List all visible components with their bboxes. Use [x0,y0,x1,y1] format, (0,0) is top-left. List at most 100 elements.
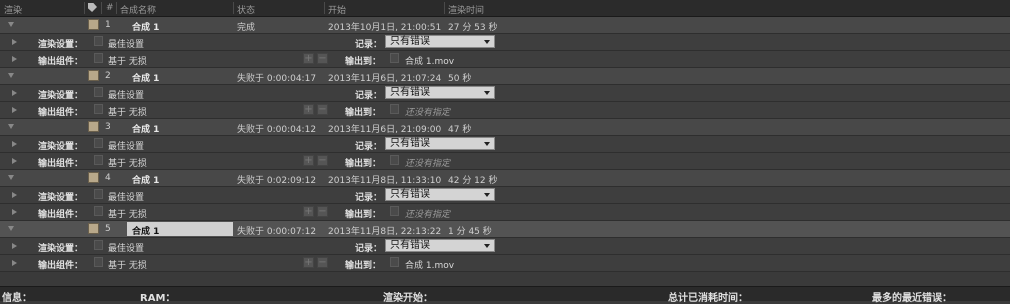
dropdown-arrow-icon[interactable] [94,53,103,63]
output-to-label: 输出到： [345,57,382,67]
column-divider[interactable] [116,2,117,14]
item-status: 失败于 0:02:09:12 [237,176,317,186]
col-num-header[interactable]: # [106,3,114,13]
col-render-header[interactable]: 渲染 [4,3,22,16]
comp-name[interactable]: 合成 1 [132,71,159,84]
col-start-header[interactable]: 开始 [328,3,346,16]
log-label: 记录： [355,91,383,101]
column-divider[interactable] [444,2,445,14]
label-color-swatch[interactable] [88,172,99,183]
dropdown-arrow-icon[interactable] [390,53,399,63]
remove-output-button[interactable]: − [317,206,328,217]
dropdown-arrow-icon[interactable] [94,155,103,165]
expand-triangle-icon[interactable] [12,243,17,249]
render-queue-item[interactable]: 3 合成 1 失败于 0:00:04:12 2013年11月6日, 21:09:… [0,119,1010,136]
column-divider[interactable] [324,2,325,14]
col-time-header[interactable]: 渲染时间 [448,3,484,16]
render-settings-label: 渲染设置： [38,91,84,101]
log-select[interactable]: 只有错误 [385,188,495,201]
render-queue-item[interactable]: 1 合成 1 完成 2013年10月1日, 21:00:51 27 分 53 秒 [0,17,1010,34]
dropdown-arrow-icon[interactable] [94,104,103,114]
output-to-value[interactable]: 还没有指定 [405,156,450,169]
column-divider[interactable] [101,2,102,14]
render-queue-item[interactable]: 4 合成 1 失败于 0:02:09:12 2013年11月8日, 11:33:… [0,170,1010,187]
output-to-value[interactable]: 还没有指定 [405,207,450,220]
output-module-value[interactable]: 基于 无损 [108,207,147,220]
dropdown-arrow-icon[interactable] [94,240,103,250]
col-status-header[interactable]: 状态 [237,3,255,16]
render-settings-value[interactable]: 最佳设置 [108,190,144,203]
output-to-value[interactable]: 合成 1.mov [405,258,454,271]
log-select[interactable]: 只有错误 [385,239,495,252]
label-color-swatch[interactable] [88,121,99,132]
expand-triangle-icon[interactable] [8,22,14,27]
col-comp-header[interactable]: 合成名称 [120,3,156,16]
log-select[interactable]: 只有错误 [385,35,495,48]
remove-output-button[interactable]: − [317,155,328,166]
remove-output-button[interactable]: − [317,53,328,64]
expand-triangle-icon[interactable] [12,90,17,96]
output-module-value[interactable]: 基于 无损 [108,54,147,67]
render-settings-value[interactable]: 最佳设置 [108,241,144,254]
comp-name[interactable]: 合成 1 [132,224,159,237]
render-settings-value[interactable]: 最佳设置 [108,37,144,50]
expand-triangle-icon[interactable] [12,192,17,198]
dropdown-arrow-icon[interactable] [94,138,103,148]
add-output-button[interactable]: + [303,257,314,268]
render-settings-row: 渲染设置： 最佳设置 记录： 只有错误 [0,238,1010,255]
dropdown-arrow-icon[interactable] [390,206,399,216]
output-module-value[interactable]: 基于 无损 [108,105,147,118]
expand-triangle-icon[interactable] [12,260,17,266]
remove-output-button[interactable]: − [317,104,328,115]
dropdown-arrow-icon[interactable] [390,155,399,165]
expand-triangle-icon[interactable] [12,141,17,147]
label-color-swatch[interactable] [88,19,99,30]
add-output-button[interactable]: + [303,104,314,115]
render-queue-item[interactable]: 2 合成 1 失败于 0:00:04:17 2013年11月6日, 21:07:… [0,68,1010,85]
dropdown-arrow-icon[interactable] [390,104,399,114]
render-settings-value[interactable]: 最佳设置 [108,88,144,101]
expand-triangle-icon[interactable] [8,73,14,78]
dropdown-arrow-icon[interactable] [390,257,399,267]
column-divider[interactable] [233,2,234,14]
column-divider[interactable] [84,2,85,14]
expand-triangle-icon[interactable] [8,175,14,180]
output-module-row: 输出组件： 基于 无损 + − 输出到： 还没有指定 [0,204,1010,221]
log-select[interactable]: 只有错误 [385,86,495,99]
label-tag-icon[interactable] [88,3,97,12]
comp-name[interactable]: 合成 1 [132,122,159,135]
output-to-value[interactable]: 还没有指定 [405,105,450,118]
output-to-label: 输出到： [345,210,382,220]
expand-triangle-icon[interactable] [12,209,17,215]
dropdown-arrow-icon[interactable] [94,87,103,97]
dropdown-arrow-icon[interactable] [94,257,103,267]
dropdown-arrow-icon[interactable] [94,189,103,199]
expand-triangle-icon[interactable] [12,107,17,113]
item-render-time: 42 分 12 秒 [448,176,498,186]
log-select[interactable]: 只有错误 [385,137,495,150]
dropdown-arrow-icon[interactable] [94,206,103,216]
expand-triangle-icon[interactable] [8,226,14,231]
render-queue-item[interactable]: 5 合成 1 失败于 0:00:07:12 2013年11月8日, 22:13:… [0,221,1010,238]
label-color-swatch[interactable] [88,70,99,81]
expand-triangle-icon[interactable] [8,124,14,129]
comp-name[interactable]: 合成 1 [132,20,159,33]
render-settings-value[interactable]: 最佳设置 [108,139,144,152]
output-module-value[interactable]: 基于 无损 [108,156,147,169]
item-number: 5 [105,224,111,234]
label-color-swatch[interactable] [88,223,99,234]
remove-output-button[interactable]: − [317,257,328,268]
add-output-button[interactable]: + [303,206,314,217]
comp-name[interactable]: 合成 1 [132,173,159,186]
dropdown-arrow-icon[interactable] [94,36,103,46]
expand-triangle-icon[interactable] [12,56,17,62]
add-output-button[interactable]: + [303,53,314,64]
output-module-value[interactable]: 基于 无损 [108,258,147,271]
chevron-down-icon [484,91,490,95]
output-to-value[interactable]: 合成 1.mov [405,54,454,67]
expand-triangle-icon[interactable] [12,39,17,45]
chevron-down-icon [484,244,490,248]
expand-triangle-icon[interactable] [12,158,17,164]
log-select-value: 只有错误 [390,36,430,47]
add-output-button[interactable]: + [303,155,314,166]
